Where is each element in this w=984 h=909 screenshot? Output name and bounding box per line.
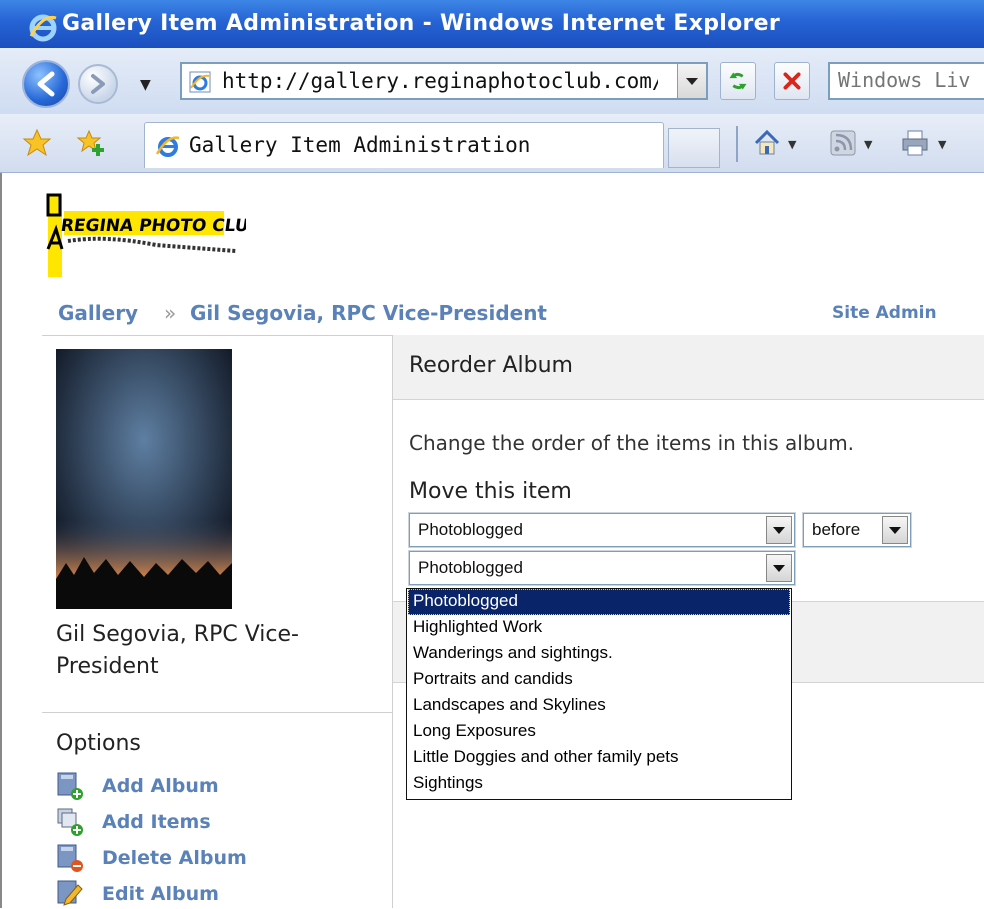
forward-arrow-icon [91,74,105,94]
sidebar: Gil Segovia, RPC Vice-President Options … [42,335,393,908]
delete-album-icon [57,844,83,872]
feeds-dropdown-icon[interactable]: ▼ [864,138,872,151]
new-tab-button[interactable] [668,128,720,168]
tab-title: Gallery Item Administration [189,133,531,157]
live-search-box[interactable] [828,62,984,100]
target-item-select[interactable]: Photoblogged [408,550,796,586]
refresh-icon [729,72,747,90]
breadcrumb-album-link[interactable]: Gil Segovia, RPC Vice-President [190,301,547,325]
breadcrumb-gallery-link[interactable]: Gallery [58,301,138,325]
move-item-label: Move this item [409,479,572,504]
add-items-icon [57,808,83,836]
move-item-select-value: Photoblogged [418,520,523,539]
add-items-option[interactable]: Add Items [56,807,376,837]
dropdown-option[interactable]: Wanderings and sightings. [408,641,790,667]
address-url[interactable]: http://gallery.reginaphotoclub.com/mai [222,69,658,93]
content-header: Reorder Album [393,335,984,400]
home-icon[interactable] [752,128,782,158]
tab-gallery-item-administration[interactable]: Gallery Item Administration [144,122,664,168]
album-caption: Gil Segovia, RPC Vice-President [56,622,299,679]
options-heading: Options [56,731,141,756]
ie-tab-icon [155,136,180,157]
address-bar[interactable]: http://gallery.reginaphotoclub.com/mai [180,62,708,100]
address-dropdown-button[interactable] [677,64,706,98]
chevron-down-icon[interactable] [766,516,792,544]
dropdown-option[interactable]: Photoblogged [408,589,790,615]
position-select-value: before [812,520,861,539]
favorites-star-icon[interactable] [22,128,52,158]
print-icon[interactable] [900,128,930,158]
delete-album-label[interactable]: Delete Album [102,847,247,869]
edit-album-option[interactable]: Edit Album [56,879,376,909]
site-admin-link[interactable]: Site Admin [832,303,937,323]
add-items-label[interactable]: Add Items [102,811,211,833]
print-dropdown-icon[interactable]: ▼ [938,138,946,151]
instructions-text: Change the order of the items in this al… [409,431,855,455]
delete-album-option[interactable]: Delete Album [56,843,376,873]
navigation-bar: ▼ http://gallery.reginaphotoclub.com/mai [0,48,984,114]
home-dropdown-icon[interactable]: ▼ [788,138,796,151]
dropdown-option[interactable]: Portraits and candids [408,667,790,693]
target-item-dropdown-list[interactable]: Photoblogged Highlighted Work Wanderings… [406,588,792,800]
feeds-icon[interactable] [828,128,858,158]
toolbar-divider [736,126,738,162]
position-select[interactable]: before [802,512,912,548]
forward-button[interactable] [78,64,118,104]
back-button[interactable] [22,60,70,108]
breadcrumb-separator: » [164,301,177,325]
edit-album-label[interactable]: Edit Album [102,883,219,905]
chevron-down-icon[interactable] [882,516,908,544]
dropdown-option[interactable]: Little Doggies and other family pets [408,745,790,771]
dropdown-option[interactable]: Sightings [408,771,790,797]
stop-button[interactable] [774,62,810,100]
ie-page-icon [189,71,211,93]
add-album-option[interactable]: Add Album [56,771,376,801]
thumbnail-image [56,349,232,609]
stop-icon [783,72,801,90]
tab-bar: Gallery Item Administration ▼ ▼ ▼ [0,114,984,173]
window-titlebar: Gallery Item Administration - Windows In… [0,0,984,49]
back-arrow-icon [37,71,55,97]
dropdown-option[interactable]: Landscapes and Skylines [408,693,790,719]
add-album-label[interactable]: Add Album [102,775,219,797]
album-thumbnail[interactable] [56,349,232,609]
search-input[interactable] [830,64,984,96]
edit-album-icon [57,880,83,906]
target-item-select-value: Photoblogged [418,558,523,577]
chevron-down-icon[interactable] [766,554,792,582]
recent-pages-dropdown-icon[interactable]: ▼ [140,77,151,93]
regina-photo-club-logo[interactable]: REGINA PHOTO CLUB [46,189,246,285]
window-title: Gallery Item Administration - Windows In… [62,11,781,36]
move-item-select[interactable]: Photoblogged [408,512,796,548]
dropdown-option[interactable]: Long Exposures [408,719,790,745]
breadcrumb: Gallery » Gil Segovia, RPC Vice-Presiden… [42,293,984,336]
refresh-button[interactable] [720,62,756,100]
sidebar-divider [42,712,392,713]
internet-explorer-icon [29,14,57,42]
page-title: Reorder Album [409,353,573,378]
add-album-icon [57,772,83,800]
dropdown-option[interactable]: Highlighted Work [408,615,790,641]
add-favorite-icon[interactable] [76,128,106,158]
logo-lettering: REGINA PHOTO CLUB [59,216,246,236]
